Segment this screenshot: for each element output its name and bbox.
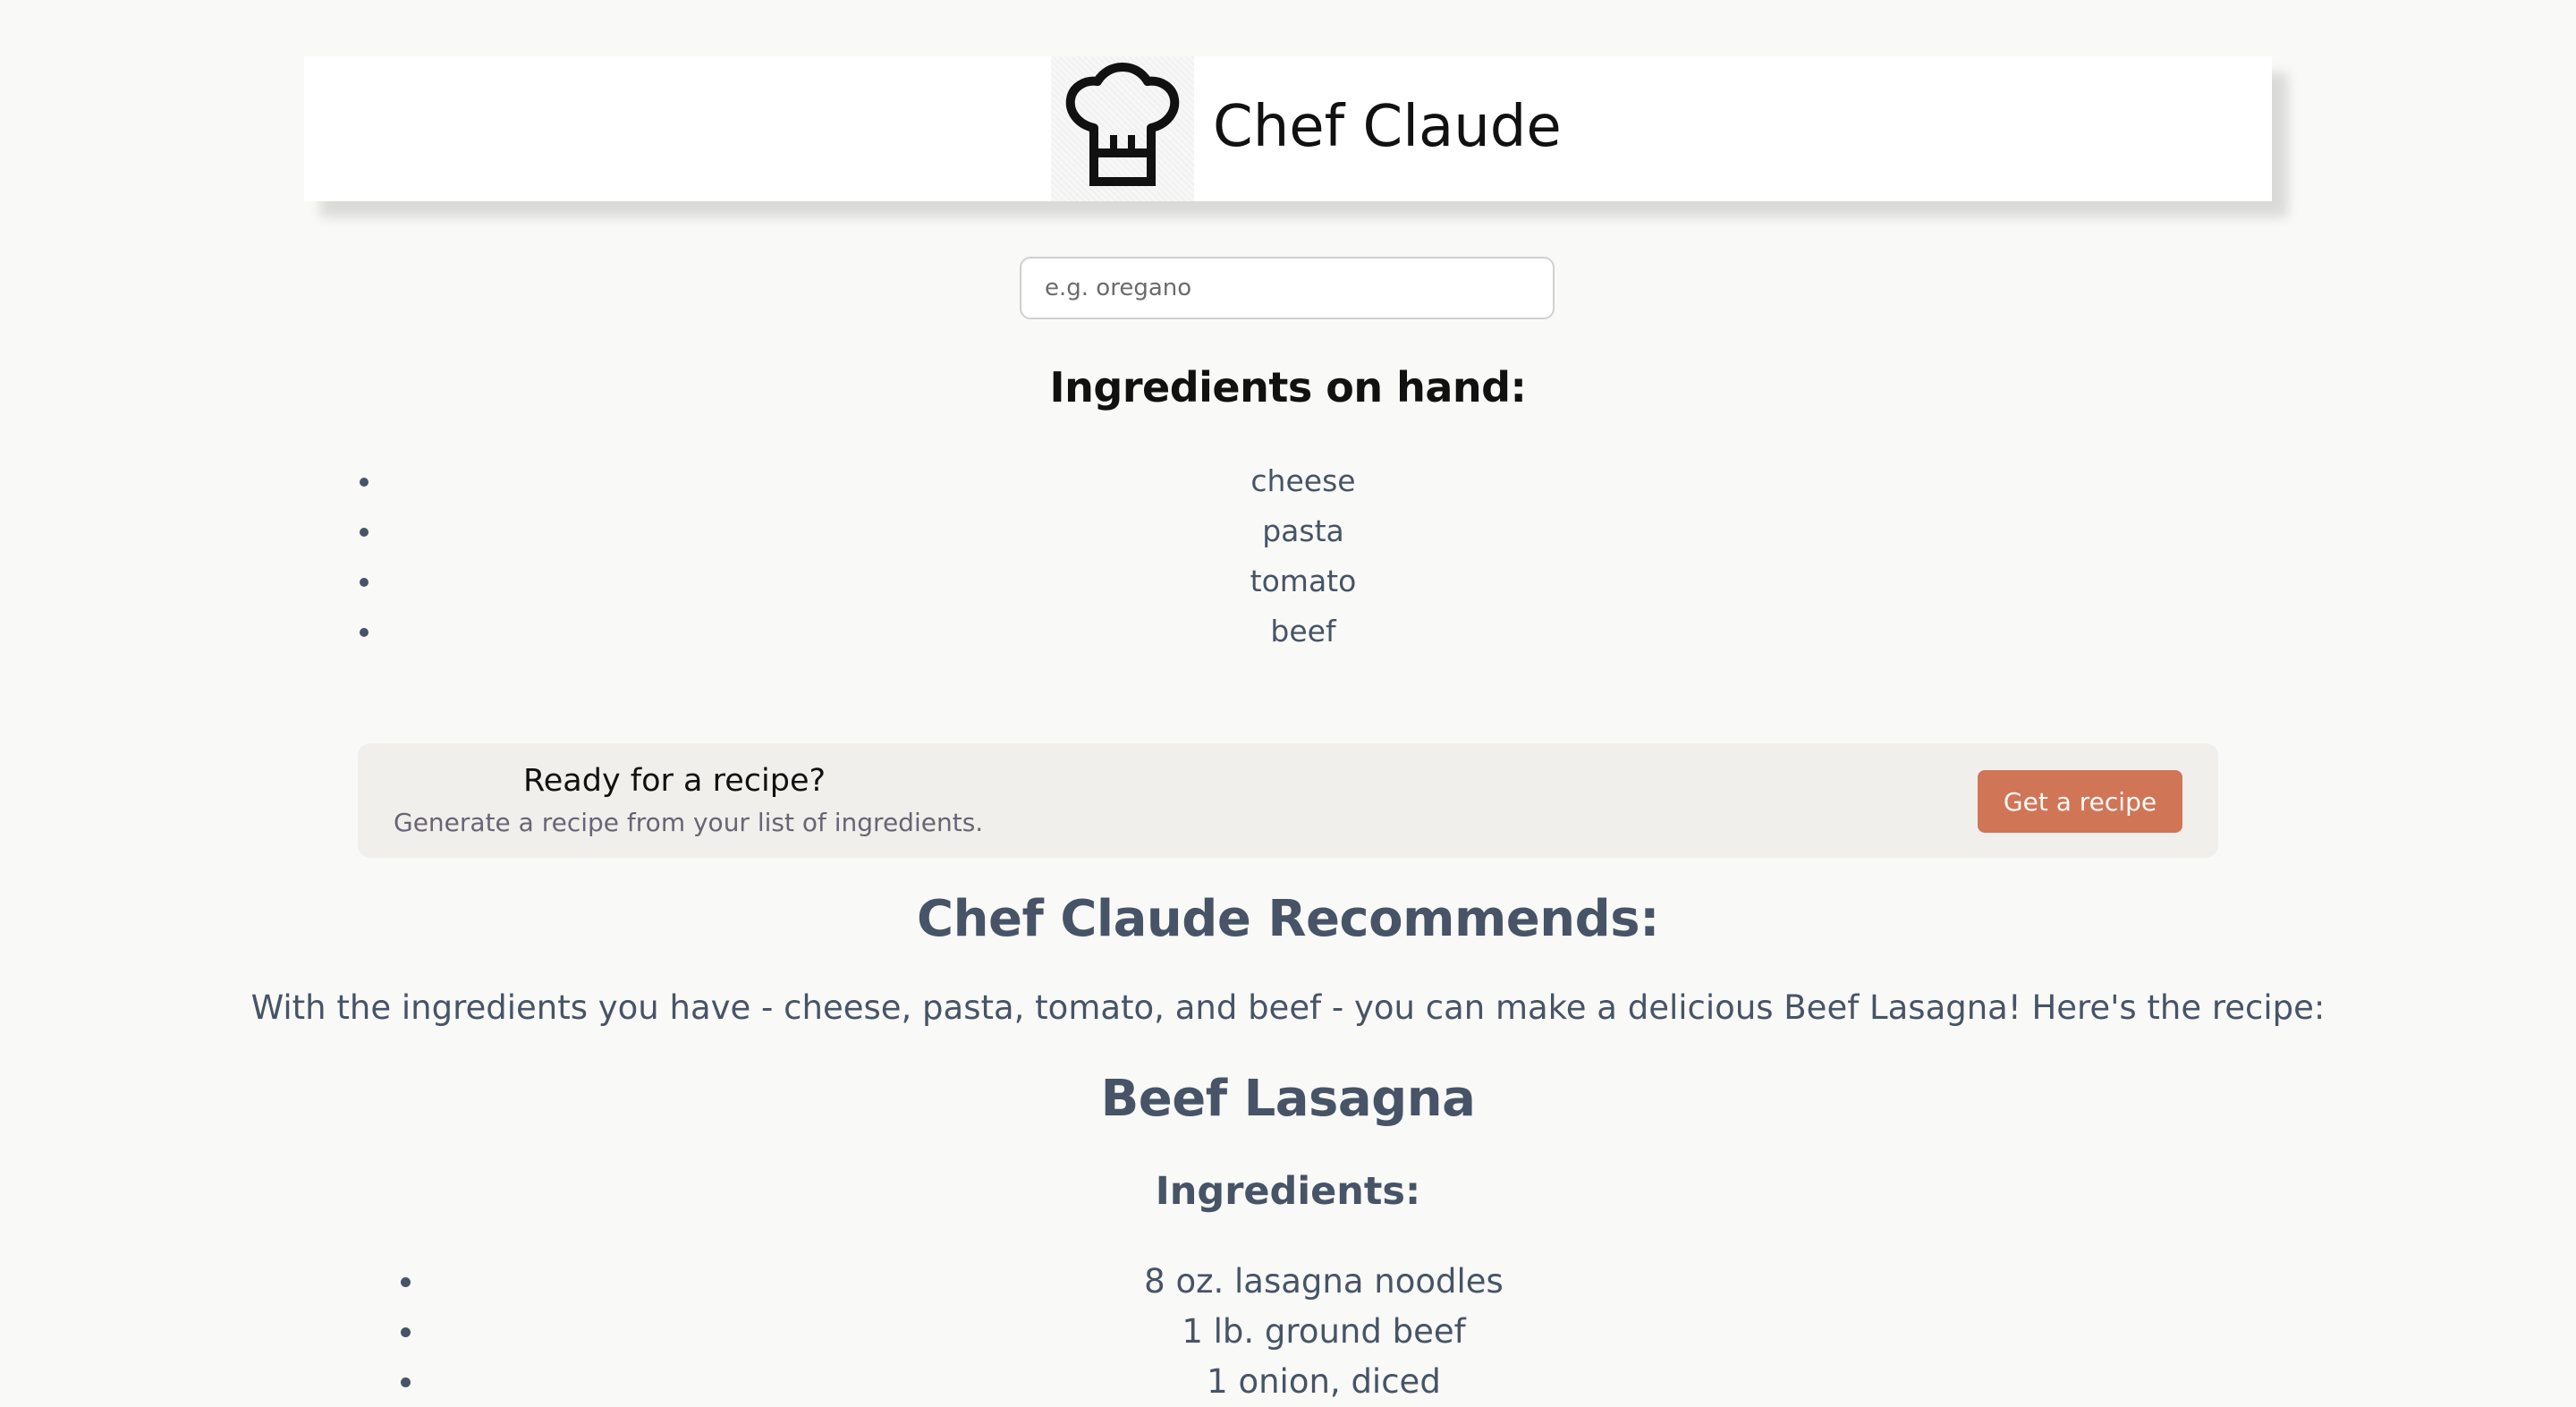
- list-item: tomato: [360, 556, 2247, 606]
- app-header: Chef Claude: [304, 56, 2272, 201]
- list-item: cheese: [360, 456, 2247, 506]
- list-item: pasta: [360, 506, 2247, 556]
- recommendation-intro: With the ingredients you have - cheese, …: [250, 988, 2326, 1027]
- get-recipe-button[interactable]: Get a recipe: [1978, 770, 2182, 833]
- recipe-ingredients-list: 8 oz. lasagna noodles 1 lb. ground beef …: [401, 1257, 2247, 1407]
- recipe-ingredients-heading: Ingredients:: [1155, 1169, 1421, 1214]
- recipe-title: Beef Lasagna: [1100, 1070, 1476, 1128]
- list-item: 1 onion, diced: [401, 1357, 2247, 1407]
- chef-hat-icon: [1051, 56, 1194, 201]
- list-item: 8 oz. lasagna noodles: [401, 1257, 2247, 1307]
- ingredient-input[interactable]: [1020, 257, 1555, 319]
- app-title: Chef Claude: [1213, 94, 1562, 160]
- ingredients-heading: Ingredients on hand:: [1049, 363, 1527, 411]
- cta-title: Ready for a recipe?: [523, 763, 826, 799]
- list-item: beef: [360, 606, 2247, 657]
- get-recipe-panel: Ready for a recipe? Generate a recipe fr…: [358, 743, 2218, 858]
- recommendation-heading: Chef Claude Recommends:: [917, 890, 1659, 948]
- cta-subtitle: Generate a recipe from your list of ingr…: [394, 808, 984, 837]
- list-item: 1 lb. ground beef: [401, 1307, 2247, 1357]
- ingredients-list: cheese pasta tomato beef: [360, 456, 2247, 657]
